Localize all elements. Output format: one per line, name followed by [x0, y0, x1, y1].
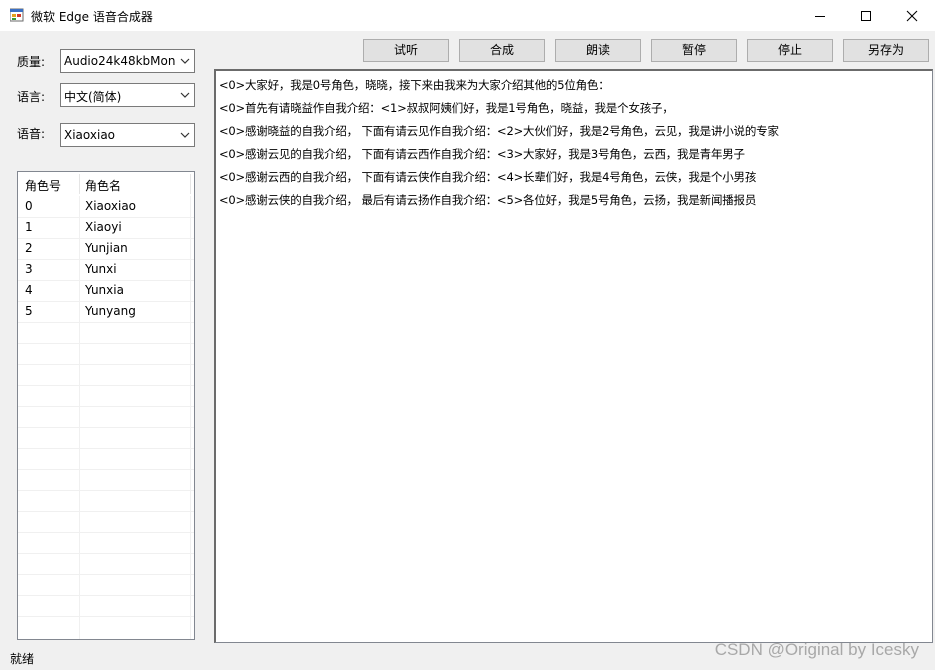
status-text: 就绪 — [10, 652, 35, 666]
close-button[interactable] — [889, 0, 935, 31]
grid-line — [18, 427, 194, 428]
column-divider[interactable] — [190, 174, 191, 194]
grid-line — [18, 343, 194, 344]
role-name: Xiaoyi — [85, 220, 122, 234]
role-id: 3 — [25, 262, 33, 276]
grid-line — [18, 259, 194, 260]
script-line: <0>感谢云西的自我介绍， 下面有请云侠作自我介绍：<4>长辈们好，我是4号角色… — [219, 170, 757, 184]
minimize-button[interactable] — [797, 0, 843, 31]
quality-select[interactable]: Audio24k48kbMon — [60, 49, 195, 73]
script-line: <0>感谢云侠的自我介绍， 最后有请云扬作自我介绍：<5>各位好，我是5号角色，… — [219, 193, 757, 207]
language-label: 语言: — [17, 90, 46, 104]
grid-line — [18, 217, 194, 218]
grid-line — [18, 448, 194, 449]
grid-line — [18, 511, 194, 512]
close-icon — [906, 10, 918, 21]
script-line: <0>首先有请晓益作自我介绍：<1>叔叔阿姨们好，我是1号角色，晓益，我是个女孩… — [219, 101, 674, 115]
grid-line — [18, 280, 194, 281]
synthesize-button[interactable]: 合成 — [459, 39, 545, 62]
maximize-button[interactable] — [843, 0, 889, 31]
grid-line — [18, 532, 194, 533]
stop-button[interactable]: 停止 — [747, 39, 833, 62]
read-button[interactable]: 朗读 — [555, 39, 641, 62]
chevron-down-icon — [180, 58, 190, 64]
grid-line — [18, 364, 194, 365]
grid-line — [18, 553, 194, 554]
minimize-icon — [815, 15, 825, 17]
app-icon — [10, 8, 24, 22]
role-list[interactable]: 角色号 角色名 0 Xiaoxiao 1 Xiaoyi 2 Yunjian 3 … — [17, 171, 195, 640]
preview-button[interactable]: 试听 — [363, 39, 449, 62]
table-row[interactable]: 1 Xiaoyi — [18, 217, 194, 238]
grid-line — [18, 469, 194, 470]
role-id: 4 — [25, 283, 33, 297]
table-row[interactable]: 0 Xiaoxiao — [18, 196, 194, 217]
grid-line — [18, 238, 194, 239]
role-name: Xiaoxiao — [85, 199, 137, 213]
save-as-button[interactable]: 另存为 — [843, 39, 929, 62]
role-name: Yunjian — [85, 241, 128, 255]
role-id: 0 — [25, 199, 33, 213]
language-value: 中文(简体) — [64, 90, 122, 104]
pause-button[interactable]: 暂停 — [651, 39, 737, 62]
title-bar: 微软 Edge 语音合成器 — [0, 0, 935, 31]
voice-select[interactable]: Xiaoxiao — [60, 123, 195, 147]
column-header-role-name[interactable]: 角色名 — [85, 177, 121, 194]
grid-line — [18, 406, 194, 407]
grid-line — [18, 616, 194, 617]
role-id: 1 — [25, 220, 33, 234]
script-line: <0>大家好，我是0号角色，晓晓，接下来由我来为大家介绍其他的5位角色： — [219, 78, 610, 92]
table-row[interactable]: 5 Yunyang — [18, 301, 194, 322]
grid-line — [18, 574, 194, 575]
grid-line — [18, 322, 194, 323]
table-row[interactable]: 3 Yunxi — [18, 259, 194, 280]
chevron-down-icon — [180, 132, 190, 138]
role-id: 5 — [25, 304, 33, 318]
role-name: Yunyang — [85, 304, 136, 318]
role-name: Yunxia — [85, 283, 124, 297]
table-row[interactable]: 4 Yunxia — [18, 280, 194, 301]
grid-line — [18, 595, 194, 596]
table-row[interactable]: 2 Yunjian — [18, 238, 194, 259]
quality-label: 质量: — [17, 55, 46, 69]
role-name: Yunxi — [85, 262, 117, 276]
grid-line — [18, 301, 194, 302]
script-line: <0>感谢云见的自我介绍， 下面有请云西作自我介绍：<3>大家好，我是3号角色，… — [219, 147, 745, 161]
window-title: 微软 Edge 语音合成器 — [31, 10, 153, 24]
script-textarea[interactable]: <0>大家好，我是0号角色，晓晓，接下来由我来为大家介绍其他的5位角色： <0>… — [214, 69, 933, 643]
voice-label: 语音: — [17, 127, 46, 141]
quality-value: Audio24k48kbMon — [64, 54, 176, 68]
role-id: 2 — [25, 241, 33, 255]
grid-line — [18, 490, 194, 491]
maximize-icon — [861, 10, 871, 21]
grid-line — [18, 385, 194, 386]
language-select[interactable]: 中文(简体) — [60, 83, 195, 107]
role-list-header: 角色号 角色名 — [18, 172, 194, 196]
chevron-down-icon — [180, 92, 190, 98]
column-header-role-id[interactable]: 角色号 — [25, 177, 61, 194]
watermark: CSDN @Original by Icesky — [714, 640, 919, 659]
script-line: <0>感谢晓益的自我介绍， 下面有请云见作自我介绍：<2>大伙们好，我是2号角色… — [219, 124, 779, 138]
column-divider[interactable] — [79, 174, 80, 194]
voice-value: Xiaoxiao — [64, 128, 116, 142]
